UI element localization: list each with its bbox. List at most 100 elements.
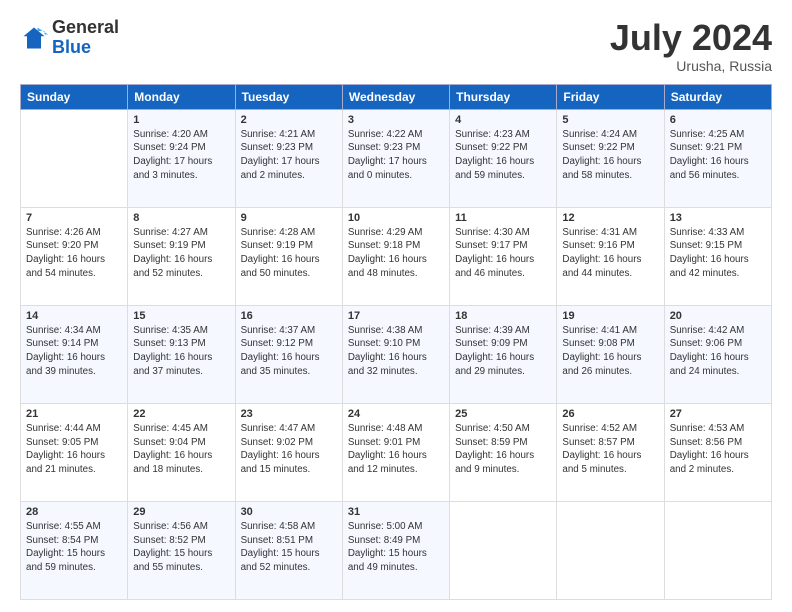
- day-number: 12: [562, 212, 658, 224]
- calendar-week-row: 1Sunrise: 4:20 AMSunset: 9:24 PMDaylight…: [21, 109, 772, 207]
- day-info: Sunrise: 4:42 AMSunset: 9:06 PMDaylight:…: [670, 324, 766, 379]
- table-row: 10 Sunrise: 4:29 AMSunset: 9:18 PMDayligh…: [342, 207, 449, 305]
- calendar-week-row: 21 Sunrise: 4:44 AMSunset: 9:05 PMDayligh…: [21, 403, 772, 501]
- calendar-header-row: Sunday Monday Tuesday Wednesday Thursday…: [21, 84, 772, 109]
- day-info: Sunrise: 4:26 AMSunset: 9:20 PMDaylight:…: [26, 226, 122, 281]
- day-info: Sunrise: 4:25 AMSunset: 9:21 PMDaylight:…: [670, 128, 766, 183]
- day-number: 30: [241, 506, 337, 518]
- table-row: 9Sunrise: 4:28 AMSunset: 9:19 PMDaylight…: [235, 207, 342, 305]
- day-info: Sunrise: 4:50 AMSunset: 8:59 PMDaylight:…: [455, 422, 551, 477]
- table-row: 8Sunrise: 4:27 AMSunset: 9:19 PMDaylight…: [128, 207, 235, 305]
- table-row: 21 Sunrise: 4:44 AMSunset: 9:05 PMDayligh…: [21, 403, 128, 501]
- table-row: 7Sunrise: 4:26 AMSunset: 9:20 PMDaylight…: [21, 207, 128, 305]
- logo-icon: [20, 24, 48, 52]
- day-number: 9: [241, 212, 337, 224]
- table-row: 24 Sunrise: 4:48 AMSunset: 9:01 PMDayligh…: [342, 403, 449, 501]
- col-friday: Friday: [557, 84, 664, 109]
- col-wednesday: Wednesday: [342, 84, 449, 109]
- logo-blue-text: Blue: [52, 37, 91, 57]
- day-info: Sunrise: 4:48 AMSunset: 9:01 PMDaylight:…: [348, 422, 444, 477]
- day-number: 16: [241, 310, 337, 322]
- table-row: 6 Sunrise: 4:25 AMSunset: 9:21 PMDaylight…: [664, 109, 771, 207]
- col-thursday: Thursday: [450, 84, 557, 109]
- day-number: 20: [670, 310, 766, 322]
- day-info: Sunrise: 4:21 AMSunset: 9:23 PMDaylight:…: [241, 128, 337, 183]
- day-number: 14: [26, 310, 122, 322]
- day-info: Sunrise: 4:58 AMSunset: 8:51 PMDaylight:…: [241, 520, 337, 575]
- day-number: 4: [455, 114, 551, 126]
- day-info: Sunrise: 4:45 AMSunset: 9:04 PMDaylight:…: [133, 422, 229, 477]
- title-block: July 2024 Urusha, Russia: [610, 18, 772, 74]
- day-number: 13: [670, 212, 766, 224]
- day-number: 23: [241, 408, 337, 420]
- day-info: Sunrise: 4:29 AMSunset: 9:18 PMDaylight:…: [348, 226, 444, 281]
- day-number: 6: [670, 114, 766, 126]
- table-row: [557, 501, 664, 599]
- table-row: 4 Sunrise: 4:23 AMSunset: 9:22 PMDaylight…: [450, 109, 557, 207]
- calendar-table: Sunday Monday Tuesday Wednesday Thursday…: [20, 84, 772, 600]
- day-number: 11: [455, 212, 551, 224]
- table-row: 11 Sunrise: 4:30 AMSunset: 9:17 PMDayligh…: [450, 207, 557, 305]
- day-info: Sunrise: 4:37 AMSunset: 9:12 PMDaylight:…: [241, 324, 337, 379]
- day-number: 24: [348, 408, 444, 420]
- day-number: 19: [562, 310, 658, 322]
- day-info: Sunrise: 4:34 AMSunset: 9:14 PMDaylight:…: [26, 324, 122, 379]
- table-row: 28 Sunrise: 4:55 AMSunset: 8:54 PMDayligh…: [21, 501, 128, 599]
- day-number: 29: [133, 506, 229, 518]
- table-row: 2 Sunrise: 4:21 AMSunset: 9:23 PMDaylight…: [235, 109, 342, 207]
- day-info: Sunrise: 4:56 AMSunset: 8:52 PMDaylight:…: [133, 520, 229, 575]
- table-row: [21, 109, 128, 207]
- day-info: Sunrise: 4:22 AMSunset: 9:23 PMDaylight:…: [348, 128, 444, 183]
- day-info: Sunrise: 4:53 AMSunset: 8:56 PMDaylight:…: [670, 422, 766, 477]
- logo: General Blue: [20, 18, 119, 58]
- page: General Blue July 2024 Urusha, Russia Su…: [0, 0, 792, 612]
- table-row: 1Sunrise: 4:20 AMSunset: 9:24 PMDaylight…: [128, 109, 235, 207]
- day-number: 21: [26, 408, 122, 420]
- table-row: 16 Sunrise: 4:37 AMSunset: 9:12 PMDayligh…: [235, 305, 342, 403]
- day-number: 15: [133, 310, 229, 322]
- table-row: 26 Sunrise: 4:52 AMSunset: 8:57 PMDayligh…: [557, 403, 664, 501]
- day-info: Sunrise: 4:55 AMSunset: 8:54 PMDaylight:…: [26, 520, 122, 575]
- col-monday: Monday: [128, 84, 235, 109]
- table-row: 14 Sunrise: 4:34 AMSunset: 9:14 PMDayligh…: [21, 305, 128, 403]
- table-row: 25Sunrise: 4:50 AMSunset: 8:59 PMDayligh…: [450, 403, 557, 501]
- day-info: Sunrise: 4:39 AMSunset: 9:09 PMDaylight:…: [455, 324, 551, 379]
- day-number: 3: [348, 114, 444, 126]
- day-number: 31: [348, 506, 444, 518]
- table-row: [664, 501, 771, 599]
- table-row: 12Sunrise: 4:31 AMSunset: 9:16 PMDayligh…: [557, 207, 664, 305]
- day-info: Sunrise: 4:35 AMSunset: 9:13 PMDaylight:…: [133, 324, 229, 379]
- calendar-week-row: 7Sunrise: 4:26 AMSunset: 9:20 PMDaylight…: [21, 207, 772, 305]
- table-row: 13Sunrise: 4:33 AMSunset: 9:15 PMDayligh…: [664, 207, 771, 305]
- table-row: 27 Sunrise: 4:53 AMSunset: 8:56 PMDayligh…: [664, 403, 771, 501]
- day-number: 27: [670, 408, 766, 420]
- logo-general-text: General: [52, 17, 119, 37]
- day-info: Sunrise: 4:52 AMSunset: 8:57 PMDaylight:…: [562, 422, 658, 477]
- day-number: 18: [455, 310, 551, 322]
- table-row: 5Sunrise: 4:24 AMSunset: 9:22 PMDaylight…: [557, 109, 664, 207]
- day-number: 17: [348, 310, 444, 322]
- col-saturday: Saturday: [664, 84, 771, 109]
- table-row: [450, 501, 557, 599]
- day-number: 28: [26, 506, 122, 518]
- day-info: Sunrise: 4:41 AMSunset: 9:08 PMDaylight:…: [562, 324, 658, 379]
- table-row: 22 Sunrise: 4:45 AMSunset: 9:04 PMDayligh…: [128, 403, 235, 501]
- day-number: 5: [562, 114, 658, 126]
- location: Urusha, Russia: [610, 58, 772, 74]
- day-info: Sunrise: 4:38 AMSunset: 9:10 PMDaylight:…: [348, 324, 444, 379]
- day-info: Sunrise: 4:23 AMSunset: 9:22 PMDaylight:…: [455, 128, 551, 183]
- header: General Blue July 2024 Urusha, Russia: [20, 18, 772, 74]
- day-number: 22: [133, 408, 229, 420]
- day-number: 10: [348, 212, 444, 224]
- day-info: Sunrise: 4:44 AMSunset: 9:05 PMDaylight:…: [26, 422, 122, 477]
- day-number: 2: [241, 114, 337, 126]
- table-row: 31Sunrise: 5:00 AMSunset: 8:49 PMDayligh…: [342, 501, 449, 599]
- calendar-week-row: 28 Sunrise: 4:55 AMSunset: 8:54 PMDayligh…: [21, 501, 772, 599]
- table-row: 19 Sunrise: 4:41 AMSunset: 9:08 PMDayligh…: [557, 305, 664, 403]
- table-row: 20 Sunrise: 4:42 AMSunset: 9:06 PMDayligh…: [664, 305, 771, 403]
- day-number: 1: [133, 114, 229, 126]
- day-number: 26: [562, 408, 658, 420]
- day-info: Sunrise: 4:30 AMSunset: 9:17 PMDaylight:…: [455, 226, 551, 281]
- table-row: 29 Sunrise: 4:56 AMSunset: 8:52 PMDayligh…: [128, 501, 235, 599]
- col-sunday: Sunday: [21, 84, 128, 109]
